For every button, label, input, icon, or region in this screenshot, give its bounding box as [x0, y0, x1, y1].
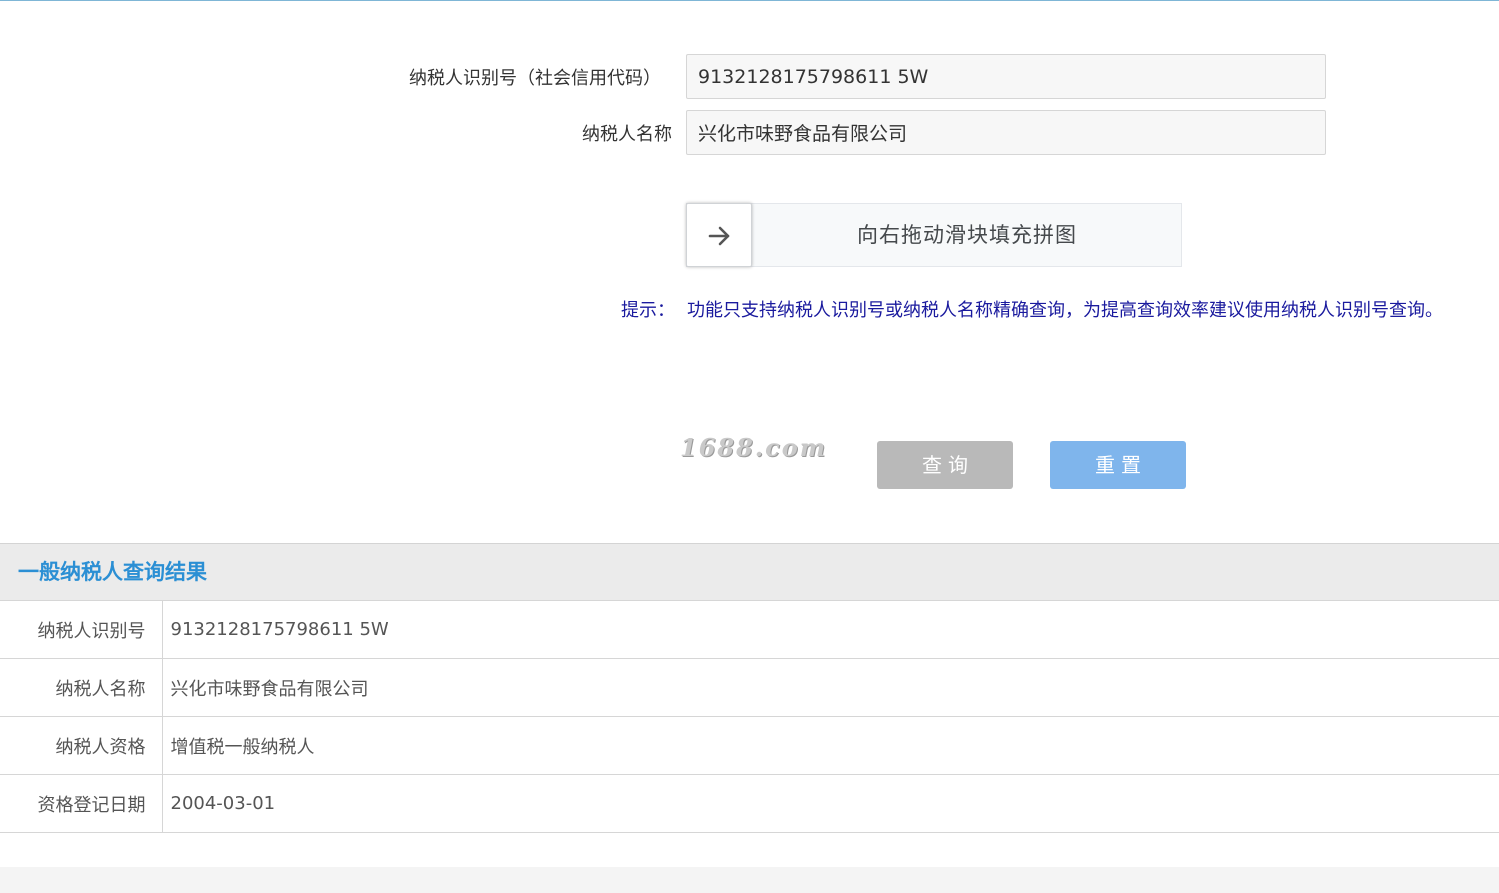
row-value: 9132128175798611 5W	[162, 600, 1499, 659]
hint-label: 提示：	[621, 300, 675, 321]
result-title: 一般纳税人查询结果	[18, 560, 207, 584]
row-label: 纳税人名称	[0, 658, 163, 717]
table-row: 资格登记日期 2004-03-01	[0, 774, 1499, 833]
site-watermark: 1688.com	[680, 433, 828, 462]
reset-button[interactable]: 重置	[1050, 441, 1186, 489]
result-header: 一般纳税人查询结果	[0, 543, 1499, 600]
table-row: 纳税人识别号 9132128175798611 5W	[0, 600, 1499, 659]
taxpayer-id-input[interactable]	[686, 54, 1326, 99]
slider-captcha-instruction: 向右拖动滑块填充拼图	[857, 223, 1077, 247]
result-table: 纳税人识别号 9132128175798611 5W 纳税人名称 兴化市味野食品…	[0, 600, 1499, 833]
arrow-right-icon	[708, 226, 730, 246]
row-value: 兴化市味野食品有限公司	[162, 658, 1499, 717]
query-hint: 提示： 功能只支持纳税人识别号或纳税人名称精确查询，为提高查询效率建议使用纳税人识…	[621, 296, 1443, 322]
hint-text: 功能只支持纳税人识别号或纳税人名称精确查询，为提高查询效率建议使用纳税人识别号查…	[687, 300, 1443, 321]
row-label: 资格登记日期	[0, 774, 163, 833]
query-button[interactable]: 查询	[877, 441, 1013, 489]
table-row: 纳税人资格 增值税一般纳税人	[0, 716, 1499, 775]
row-value: 增值税一般纳税人	[162, 716, 1499, 775]
table-row: 纳税人名称 兴化市味野食品有限公司	[0, 658, 1499, 717]
taxpayer-id-label: 纳税人识别号（社会信用代码）	[409, 68, 661, 89]
row-value: 2004-03-01	[162, 774, 1499, 833]
taxpayer-name-input[interactable]	[686, 110, 1326, 155]
footer-band	[0, 867, 1499, 893]
slider-captcha-handle[interactable]	[686, 203, 752, 267]
taxpayer-name-label: 纳税人名称	[582, 124, 672, 145]
top-border-line	[0, 0, 1499, 1]
row-label: 纳税人资格	[0, 716, 163, 775]
row-label: 纳税人识别号	[0, 600, 163, 659]
